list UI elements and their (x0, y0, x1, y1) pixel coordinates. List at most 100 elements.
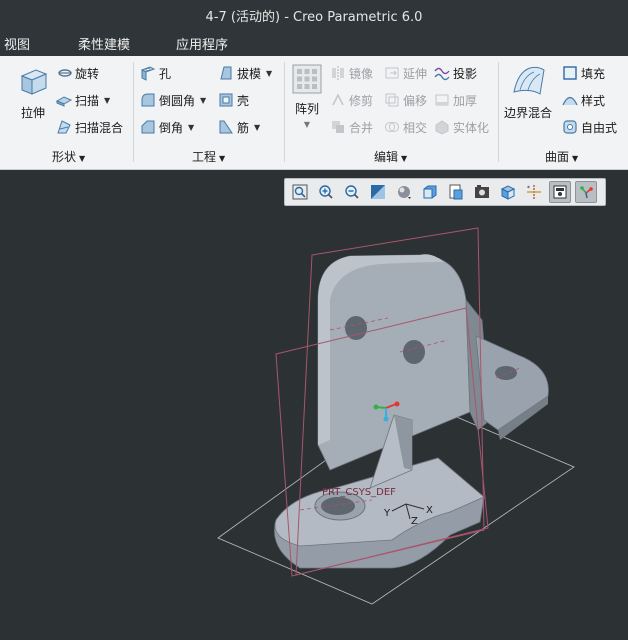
extrude-button[interactable]: 拉伸 (16, 64, 50, 121)
fill-label: 填充 (581, 66, 606, 81)
freestyle-button[interactable]: 自由式 (562, 116, 617, 138)
intersect-button[interactable]: 相交 (384, 116, 427, 138)
style-label: 样式 (581, 93, 606, 108)
draft-button[interactable]: 拔模 ▼ (218, 62, 272, 84)
project-button[interactable]: 投影 (434, 62, 477, 84)
axis-y-label: Y (383, 508, 391, 519)
zoom-in-button[interactable] (315, 181, 337, 203)
rib-dropdown-icon[interactable]: ▼ (254, 123, 260, 132)
offset-label: 偏移 (403, 93, 428, 108)
spin-center-button[interactable] (549, 181, 571, 203)
group-divider (284, 62, 285, 162)
round-dropdown-icon[interactable]: ▼ (200, 96, 206, 105)
view-manager-icon (449, 184, 463, 200)
menu-flexible-modeling[interactable]: 柔性建模 (78, 34, 130, 53)
merge-label: 合并 (349, 120, 374, 135)
section-button[interactable] (497, 181, 519, 203)
repaint-button[interactable] (367, 181, 389, 203)
chamfer-label: 倒角 (159, 120, 184, 135)
window-title: 4-7 (活动的) - Creo Parametric 6.0 (205, 9, 423, 25)
hole-label: 孔 (159, 66, 172, 81)
offset-button[interactable]: 偏移 (384, 89, 427, 111)
round-icon (141, 93, 155, 107)
perspective-view-button[interactable] (471, 181, 493, 203)
solidify-label: 实体化 (453, 120, 490, 135)
saved-orientations-icon (423, 185, 437, 199)
style-button[interactable]: 样式 (562, 89, 605, 111)
hole-button[interactable]: 孔 (140, 62, 171, 84)
shape-group-label[interactable]: 形状 ▼ (52, 148, 85, 165)
boundary-blend-label: 边界混合 (504, 106, 553, 120)
swept-blend-icon (57, 120, 71, 134)
group-divider (498, 62, 499, 162)
sweep-button[interactable]: 扫描 ▼ (56, 89, 110, 111)
freestyle-label: 自由式 (581, 120, 618, 135)
display-style-icon (398, 186, 411, 199)
zoom-out-icon (345, 185, 359, 199)
mirror-button[interactable]: 镜像 (330, 62, 373, 84)
project-icon (434, 67, 450, 81)
project-label: 投影 (453, 66, 478, 81)
thicken-icon (435, 94, 449, 106)
axis-z-label: Z (411, 516, 418, 527)
annotation-display-icon (580, 186, 593, 199)
csys-label: PRT_CSYS_DEF (322, 487, 396, 498)
draft-icon (220, 66, 232, 80)
extend-button[interactable]: 延伸 (384, 62, 427, 84)
rib-button[interactable]: 筋 ▼ (218, 116, 260, 138)
datum-display-button[interactable]: * (523, 181, 545, 203)
engineering-group-label[interactable]: 工程 ▼ (192, 148, 225, 165)
draft-dropdown-icon[interactable]: ▼ (266, 69, 272, 78)
group-divider (133, 62, 134, 162)
merge-icon (332, 121, 344, 133)
fill-button[interactable]: 填充 (562, 62, 605, 84)
graphics-toolbar: * (284, 178, 606, 206)
chamfer-dropdown-icon[interactable]: ▼ (188, 123, 194, 132)
extend-icon (385, 67, 399, 79)
zoom-in-icon (319, 185, 333, 199)
merge-button[interactable]: 合并 (330, 116, 373, 138)
surfaces-group-label[interactable]: 曲面 ▼ (545, 148, 578, 165)
swept-blend-button[interactable]: 扫描混合 (56, 116, 123, 138)
trim-icon (332, 93, 344, 106)
editing-group-label[interactable]: 编辑 ▼ (374, 148, 407, 165)
ribbon: 拉伸 旋转 扫描 ▼ 扫描混合 形状 ▼ 孔 倒圆角 ▼ 倒角 ▼ 拔模 ▼ 壳… (0, 56, 628, 170)
shell-label: 壳 (237, 93, 250, 108)
pattern-dropdown-icon[interactable]: ▼ (304, 120, 310, 129)
chamfer-button[interactable]: 倒角 ▼ (140, 116, 194, 138)
display-style-button[interactable] (393, 181, 415, 203)
sweep-dropdown-icon[interactable]: ▼ (104, 96, 110, 105)
sweep-icon (56, 96, 72, 107)
extrude-label: 拉伸 (20, 106, 45, 120)
rib-label: 筋 (237, 120, 250, 135)
mirror-label: 镜像 (349, 66, 374, 81)
style-icon (562, 96, 578, 106)
intersect-label: 相交 (403, 120, 428, 135)
round-button[interactable]: 倒圆角 ▼ (140, 89, 206, 111)
extrude-icon (20, 69, 48, 95)
revolve-button[interactable]: 旋转 (56, 62, 99, 84)
swept-blend-label: 扫描混合 (75, 120, 124, 135)
solidify-button[interactable]: 实体化 (434, 116, 489, 138)
view-manager-button[interactable] (445, 181, 467, 203)
spin-center-toggle-icon (553, 185, 567, 199)
boundary-blend-button[interactable]: 边界混合 (504, 64, 552, 121)
saved-orientations-button[interactable] (419, 181, 441, 203)
pattern-button[interactable]: 阵列 ▼ (292, 64, 322, 129)
menu-applications[interactable]: 应用程序 (176, 34, 228, 53)
menu-bar: 视图 柔性建模 应用程序 (0, 30, 628, 56)
refit-button[interactable] (289, 181, 311, 203)
model-scene[interactable]: PRT_CSYS_DEF X Y Z (0, 170, 628, 640)
menu-view[interactable]: 视图 (4, 34, 30, 53)
repaint-icon (371, 185, 385, 199)
ear-hole (495, 366, 517, 380)
zoom-out-button[interactable] (341, 181, 363, 203)
trim-button[interactable]: 修剪 (330, 89, 373, 111)
trim-label: 修剪 (349, 93, 374, 108)
shell-button[interactable]: 壳 (218, 89, 249, 111)
axis-x-label: X (426, 505, 433, 516)
pattern-icon (292, 64, 322, 94)
chamfer-icon (141, 120, 155, 134)
thicken-button[interactable]: 加厚 (434, 89, 477, 111)
annotation-display-button[interactable] (575, 181, 597, 203)
